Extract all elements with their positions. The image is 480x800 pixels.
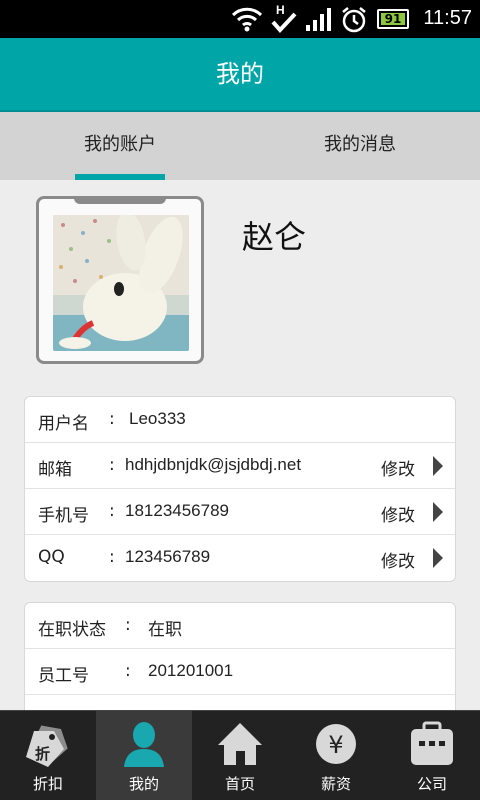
nav-label: 首页: [224, 775, 255, 793]
separator: :: [109, 547, 115, 567]
employee-id-label: 员工号: [38, 666, 89, 686]
qq-label: QQ: [38, 547, 65, 567]
title-bar: 我的: [0, 38, 480, 112]
signal-icon: [306, 8, 331, 31]
battery-level: 91: [381, 13, 405, 25]
row-email[interactable]: 邮箱 : hdhjdbnjdk@jsjdbdj.net 修改: [25, 443, 455, 489]
nav-mine[interactable]: 我的: [96, 711, 192, 800]
bottom-nav: 折 折扣 我的 首页 ¥ 薪资 公司: [0, 710, 480, 800]
svg-text:¥: ¥: [328, 731, 343, 759]
edit-phone-button[interactable]: 修改: [381, 501, 415, 526]
briefcase-icon: [411, 721, 453, 765]
email-label: 邮箱: [38, 460, 72, 480]
avatar-frame[interactable]: [36, 196, 204, 364]
user-name: 赵仑: [242, 218, 307, 256]
separator: :: [125, 661, 131, 681]
nav-discount[interactable]: 折 折扣: [0, 711, 96, 800]
row-username: 用户名 : Leo333: [25, 397, 455, 443]
person-icon: [124, 722, 164, 767]
nav-label: 我的: [128, 775, 159, 793]
nav-label: 公司: [416, 775, 447, 793]
avatar-photo: [53, 215, 189, 351]
discount-tag-icon: 折: [26, 725, 68, 767]
tab-my-account[interactable]: 我的账户: [0, 112, 240, 180]
svg-text:折: 折: [35, 745, 50, 763]
chevron-right-icon[interactable]: [433, 548, 443, 568]
employment-status-value: 在职: [148, 620, 182, 639]
account-info-card: 用户名 : Leo333 邮箱 : hdhjdbnjdk@jsjdbdj.net…: [24, 396, 456, 582]
phone-value: 18123456789: [125, 501, 230, 520]
username-label: 用户名: [38, 414, 89, 434]
battery-icon: 91: [377, 9, 409, 29]
qq-value: 123456789: [125, 547, 211, 566]
separator: :: [109, 501, 115, 521]
status-bar: H 91 11:57: [0, 0, 480, 38]
row-employment-status: 在职状态 : 在职: [25, 603, 455, 649]
row-qq[interactable]: QQ : 123456789 修改: [25, 535, 455, 581]
tab-bar: 我的账户 我的消息: [0, 112, 480, 180]
nav-home[interactable]: 首页: [192, 711, 288, 800]
home-icon: [218, 723, 262, 765]
row-employee-id: 员工号 : 201201001: [25, 649, 455, 695]
chevron-right-icon[interactable]: [433, 502, 443, 522]
avatar-clip: [74, 196, 166, 204]
hspa-check-icon: H: [271, 3, 297, 33]
phone-label: 手机号: [38, 506, 89, 526]
edit-qq-button[interactable]: 修改: [381, 547, 415, 572]
nav-label: 薪资: [320, 775, 351, 793]
avatar: [53, 215, 189, 351]
chevron-right-icon[interactable]: [433, 456, 443, 476]
svg-text:H: H: [276, 3, 285, 17]
nav-label: 折扣: [32, 775, 63, 793]
username-value: Leo333: [129, 409, 186, 428]
separator: :: [109, 455, 115, 475]
employment-status-label: 在职状态: [38, 620, 106, 640]
employee-id-value: 201201001: [148, 661, 234, 680]
yen-coin-icon: ¥: [316, 724, 356, 764]
row-phone[interactable]: 手机号 : 18123456789 修改: [25, 489, 455, 535]
separator: :: [125, 615, 131, 635]
nav-salary[interactable]: ¥ 薪资: [288, 711, 384, 800]
wifi-icon: [231, 7, 263, 32]
separator: :: [109, 409, 115, 429]
tab-my-messages[interactable]: 我的消息: [240, 112, 480, 180]
status-time: 11:57: [423, 7, 472, 29]
edit-email-button[interactable]: 修改: [381, 455, 415, 480]
email-value: hdhjdbnjdk@jsjdbdj.net: [125, 455, 302, 474]
active-tab-indicator: [75, 174, 165, 180]
nav-company[interactable]: 公司: [384, 711, 480, 800]
page-title: 我的: [216, 60, 264, 88]
alarm-icon: [342, 7, 366, 33]
